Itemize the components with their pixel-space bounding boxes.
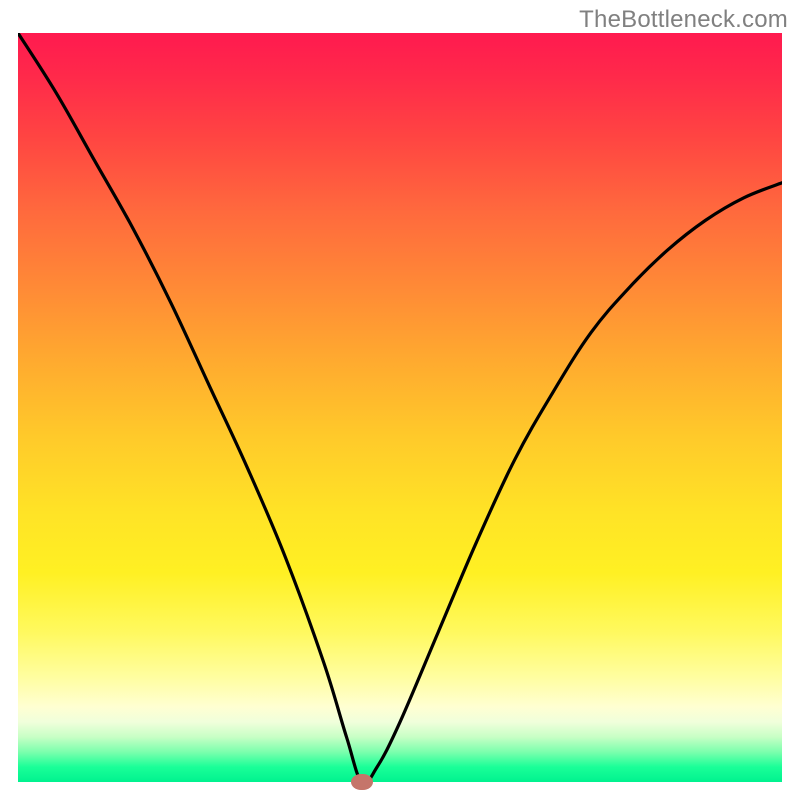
plot-area	[18, 33, 782, 782]
optimum-marker	[351, 774, 373, 790]
watermark-text: TheBottleneck.com	[579, 6, 788, 34]
bottleneck-curve-path	[18, 33, 782, 782]
curve-svg	[18, 33, 782, 782]
chart-container: TheBottleneck.com	[0, 0, 800, 800]
